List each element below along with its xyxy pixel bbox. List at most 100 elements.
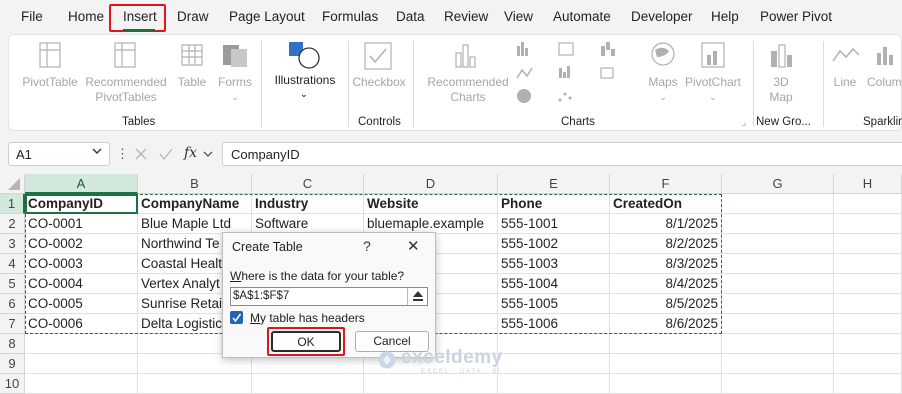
data-cell[interactable]: 555-1004: [498, 274, 610, 294]
data-cell[interactable]: 8/4/2025: [610, 274, 722, 294]
empty-cell[interactable]: [610, 354, 722, 374]
row-header-8[interactable]: 8: [0, 334, 25, 354]
row-header-10[interactable]: 10: [0, 374, 25, 394]
cancel-entry-icon[interactable]: [134, 147, 148, 161]
data-cell[interactable]: 8/3/2025: [610, 254, 722, 274]
empty-cell[interactable]: [25, 374, 138, 394]
formula-input[interactable]: CompanyID: [222, 142, 902, 166]
data-cell[interactable]: 555-1005: [498, 294, 610, 314]
header-cell[interactable]: CreatedOn: [610, 194, 722, 214]
table-button[interactable]: Table: [174, 75, 210, 90]
tab-draw[interactable]: Draw: [177, 9, 209, 24]
empty-cell[interactable]: [834, 254, 902, 274]
data-cell[interactable]: 8/6/2025: [610, 314, 722, 334]
range-input[interactable]: $A$1:$F$7: [230, 287, 428, 306]
data-cell[interactable]: 8/5/2025: [610, 294, 722, 314]
empty-cell[interactable]: [138, 374, 252, 394]
data-cell[interactable]: CO-0005: [25, 294, 138, 314]
row-header-5[interactable]: 5: [0, 274, 25, 294]
pivottable-button[interactable]: PivotTable: [19, 75, 81, 90]
data-cell[interactable]: bluemaple.example: [364, 214, 498, 234]
empty-cell[interactable]: [610, 374, 722, 394]
data-cell[interactable]: Software: [252, 214, 364, 234]
empty-cell[interactable]: [722, 274, 834, 294]
tab-automate[interactable]: Automate: [553, 9, 611, 24]
data-cell[interactable]: 8/2/2025: [610, 234, 722, 254]
column-header-e[interactable]: E: [498, 174, 610, 194]
column-header-g[interactable]: G: [722, 174, 834, 194]
empty-cell[interactable]: [834, 314, 902, 334]
tab-formulas[interactable]: Formulas: [322, 9, 378, 24]
illustrations-button[interactable]: Illustrations: [268, 73, 342, 88]
data-cell[interactable]: 555-1002: [498, 234, 610, 254]
sparkline-column-button[interactable]: Colum: [867, 75, 902, 90]
dialog-launcher-icon[interactable]: ⌟: [738, 115, 750, 130]
row-header-6[interactable]: 6: [0, 294, 25, 314]
select-all-corner[interactable]: [0, 174, 25, 194]
row-header-9[interactable]: 9: [0, 354, 25, 374]
ok-button[interactable]: OK: [271, 331, 341, 352]
empty-cell[interactable]: [498, 354, 610, 374]
name-box-chevron-down-icon[interactable]: [90, 144, 104, 158]
checkbox-button[interactable]: Checkbox: [351, 75, 407, 90]
forms-button[interactable]: Forms: [214, 75, 256, 90]
maps-button[interactable]: Maps: [643, 75, 683, 90]
header-cell[interactable]: Phone: [498, 194, 610, 214]
empty-cell[interactable]: [834, 234, 902, 254]
empty-cell[interactable]: [722, 254, 834, 274]
data-cell[interactable]: 8/1/2025: [610, 214, 722, 234]
collapse-dialog-button[interactable]: [407, 288, 427, 305]
empty-cell[interactable]: [834, 274, 902, 294]
row-header-2[interactable]: 2: [0, 214, 25, 234]
header-cell[interactable]: Industry: [252, 194, 364, 214]
empty-cell[interactable]: [834, 194, 902, 214]
data-cell[interactable]: Blue Maple Ltd: [138, 214, 252, 234]
empty-cell[interactable]: [722, 334, 834, 354]
data-cell[interactable]: 555-1006: [498, 314, 610, 334]
data-cell[interactable]: CO-0003: [25, 254, 138, 274]
empty-cell[interactable]: [498, 334, 610, 354]
tab-home[interactable]: Home: [68, 9, 104, 24]
column-header-c[interactable]: C: [252, 174, 364, 194]
close-icon[interactable]: ✕: [407, 237, 420, 255]
column-header-f[interactable]: F: [610, 174, 722, 194]
tab-help[interactable]: Help: [711, 9, 739, 24]
header-cell[interactable]: CompanyName: [138, 194, 252, 214]
header-cell[interactable]: Website: [364, 194, 498, 214]
tab-page-layout[interactable]: Page Layout: [229, 9, 305, 24]
empty-cell[interactable]: [722, 294, 834, 314]
empty-cell[interactable]: [722, 374, 834, 394]
empty-cell[interactable]: [364, 374, 498, 394]
recommended-pivottables-button[interactable]: Recommended PivotTables: [83, 75, 169, 105]
empty-cell[interactable]: [252, 374, 364, 394]
column-header-b[interactable]: B: [138, 174, 252, 194]
data-cell[interactable]: CO-0004: [25, 274, 138, 294]
row-header-1[interactable]: 1: [0, 194, 25, 214]
tab-file[interactable]: File: [21, 9, 43, 24]
sparkline-line-button[interactable]: Line: [827, 75, 863, 90]
empty-cell[interactable]: [722, 354, 834, 374]
column-header-h[interactable]: H: [834, 174, 902, 194]
tab-view[interactable]: View: [504, 9, 533, 24]
column-header-d[interactable]: D: [364, 174, 498, 194]
confirm-entry-icon[interactable]: [158, 147, 174, 161]
empty-cell[interactable]: [25, 334, 138, 354]
row-header-7[interactable]: 7: [0, 314, 25, 334]
tab-review[interactable]: Review: [444, 9, 488, 24]
row-header-3[interactable]: 3: [0, 234, 25, 254]
pivotchart-button[interactable]: PivotChart: [681, 75, 745, 90]
insert-function-button[interactable]: fx: [184, 145, 197, 161]
empty-cell[interactable]: [722, 214, 834, 234]
headers-checkbox[interactable]: [230, 311, 243, 324]
headers-checkbox-label[interactable]: My table has headers: [250, 311, 365, 325]
empty-cell[interactable]: [25, 354, 138, 374]
tab-developer[interactable]: Developer: [631, 9, 693, 24]
tab-power-pivot[interactable]: Power Pivot: [760, 9, 832, 24]
empty-cell[interactable]: [834, 214, 902, 234]
empty-cell[interactable]: [722, 314, 834, 334]
help-button[interactable]: ?: [363, 238, 371, 254]
recommended-charts-button[interactable]: Recommended Charts: [423, 75, 513, 105]
empty-cell[interactable]: [722, 234, 834, 254]
data-cell[interactable]: 555-1001: [498, 214, 610, 234]
empty-cell[interactable]: [498, 374, 610, 394]
